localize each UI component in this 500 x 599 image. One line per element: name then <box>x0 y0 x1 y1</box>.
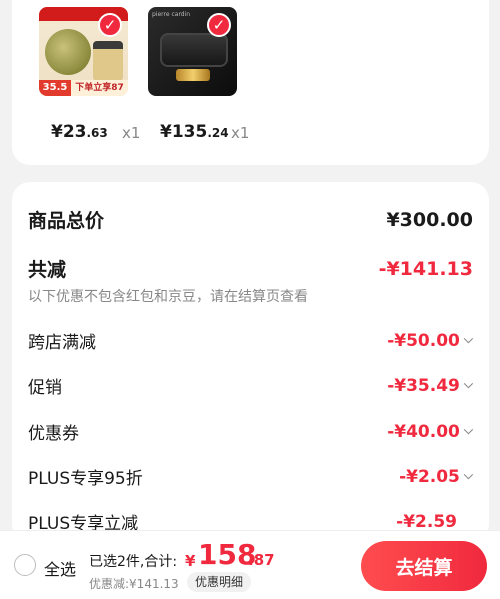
total-reduce-row: 共减 -¥141.13 <box>28 255 473 282</box>
discount-row-coupon[interactable]: 优惠券 -¥40.00 ⌵ <box>28 419 473 445</box>
discount-value-wrap: -¥40.00 ⌵ <box>387 422 473 442</box>
price-decimal: .24 <box>207 126 229 140</box>
product-thumbnail-herb[interactable]: 35.5 下单立享87折 ✓ <box>39 7 128 96</box>
promo-price-tag: 35.5 <box>39 80 71 96</box>
discount-row-cross-store[interactable]: 跨店满减 -¥50.00 ⌵ <box>28 328 473 354</box>
discount-label: 跨店满减 <box>28 333 96 353</box>
select-all-label[interactable]: 全选 <box>44 556 76 580</box>
discount-label: PLUS专享95折 <box>28 469 143 489</box>
chevron-down-icon[interactable]: ⌵ <box>464 332 473 347</box>
selected-count: 已选2件,合计: <box>89 554 178 570</box>
discount-value-wrap: -¥50.00 ⌵ <box>387 331 473 351</box>
herb-image <box>45 29 91 75</box>
discount-label: 优惠券 <box>28 424 79 444</box>
buckle-image <box>176 69 210 81</box>
chevron-down-icon[interactable]: ⌵ <box>464 468 473 483</box>
price-integer: ¥23 <box>51 122 87 142</box>
discount-value-wrap: -¥35.49 ⌵ <box>387 376 473 396</box>
belt-image <box>160 33 228 67</box>
goods-total-row: 商品总价 ¥300.00 <box>28 206 473 233</box>
price-decimal: .63 <box>86 126 108 140</box>
price-integer: ¥135 <box>160 122 208 142</box>
chevron-down-icon[interactable]: ⌵ <box>464 377 473 392</box>
check-icon[interactable]: ✓ <box>207 13 231 37</box>
discount-value: -¥2.05 <box>399 466 460 487</box>
goods-total-label: 商品总价 <box>28 210 105 232</box>
discount-detail-button[interactable]: 优惠明细 <box>187 572 252 592</box>
product-quantity: x1 <box>122 124 141 142</box>
discount-value-wrap: -¥2.59 <box>396 512 457 532</box>
check-icon[interactable]: ✓ <box>98 13 122 37</box>
discount-row-plus-95[interactable]: PLUS专享95折 -¥2.05 ⌵ <box>28 464 473 490</box>
total-reduce-value: -¥141.13 <box>378 257 473 280</box>
discount-summary: 优惠减:¥141.13 <box>89 577 179 591</box>
discount-note: 以下优惠不包含红包和京豆，请在结算页查看 <box>28 289 308 305</box>
discount-value-wrap: -¥2.05 ⌵ <box>399 467 473 487</box>
discount-value: -¥2.59 <box>396 511 457 532</box>
brand-text: pierre cardin <box>152 11 191 18</box>
product-thumbnail-belt[interactable]: pierre cardin ✓ <box>148 7 237 96</box>
product-price: ¥23.63 <box>51 122 108 142</box>
checkout-bar: 全选 已选2件,合计: ¥ 158 .87 优惠减:¥141.13 优惠明细 去… <box>0 530 500 599</box>
product-quantity: x1 <box>231 124 250 142</box>
product-card: 35.5 下单立享87折 ✓ pierre cardin ✓ ¥23.63 x1… <box>12 0 489 165</box>
total-currency: ¥ <box>185 552 196 570</box>
product-price: ¥135.24 <box>160 122 229 142</box>
chevron-down-icon[interactable]: ⌵ <box>464 423 473 438</box>
discount-value: -¥35.49 <box>387 375 460 396</box>
goods-total-value: ¥300.00 <box>386 208 473 231</box>
promo-discount-tag: 下单立享87折 <box>71 80 128 96</box>
discount-label: 促销 <box>28 378 62 398</box>
checkout-button[interactable]: 去结算 <box>361 541 487 591</box>
jar-image <box>93 41 123 81</box>
discount-value: -¥40.00 <box>387 421 460 442</box>
select-all-radio[interactable] <box>14 554 36 576</box>
total-decimal: .87 <box>248 551 275 569</box>
discount-row-promotion[interactable]: 促销 -¥35.49 ⌵ <box>28 373 473 399</box>
total-reduce-label: 共减 <box>28 259 67 281</box>
discount-value: -¥50.00 <box>387 330 460 351</box>
price-summary-card: 商品总价 ¥300.00 共减 -¥141.13 以下优惠不包含红包和京豆，请在… <box>12 182 489 542</box>
